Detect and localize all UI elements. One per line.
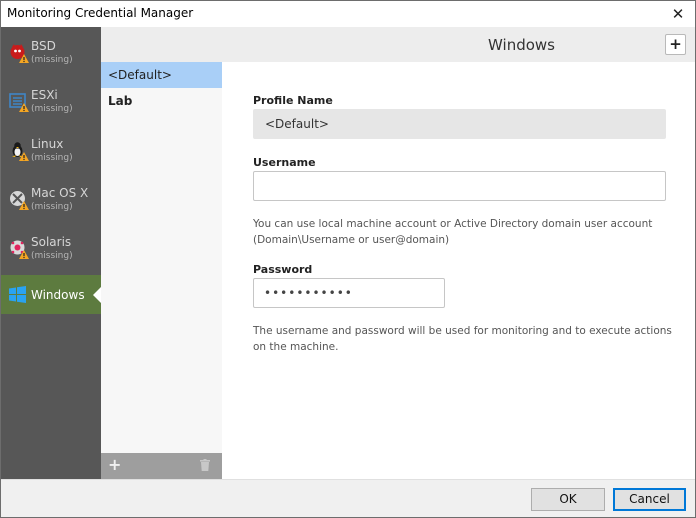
os-item-windows[interactable]: Windows	[1, 275, 101, 314]
os-item-status: (missing)	[31, 251, 73, 261]
username-label: Username	[253, 156, 316, 169]
os-item-label: Windows	[31, 288, 85, 302]
os-item-label: Solaris	[31, 235, 72, 249]
password-field[interactable]: •••••••••••	[253, 278, 445, 308]
profile-name-label: Profile Name	[253, 94, 333, 107]
active-indicator	[93, 287, 101, 303]
title-bar: Monitoring Credential Manager ✕	[1, 1, 695, 27]
os-item-label: Linux	[31, 137, 64, 151]
os-item-label: Mac OS X	[31, 186, 89, 200]
windows-logo-icon	[9, 286, 26, 303]
os-item-status: (missing)	[31, 153, 73, 163]
profile-list-header	[101, 27, 222, 62]
username-help-text: You can use local machine account or Act…	[253, 218, 653, 246]
warning-icon	[19, 103, 29, 112]
profile-name-field: <Default>	[253, 109, 666, 139]
password-help-text: The username and password will be used f…	[253, 325, 672, 353]
cancel-button[interactable]: Cancel	[613, 488, 686, 511]
os-item-macosx[interactable]: Mac OS X (missing)	[1, 174, 101, 223]
os-item-status: (missing)	[31, 202, 73, 212]
profile-list-toolbar: +	[101, 453, 222, 479]
os-sidebar: BSD (missing) ESXi (missing) Linux (miss…	[1, 27, 101, 479]
username-field[interactable]	[253, 171, 666, 201]
os-item-status: (missing)	[31, 104, 73, 114]
os-item-status: (missing)	[31, 55, 73, 65]
warning-icon	[19, 54, 29, 63]
page-title: Windows	[488, 36, 555, 54]
trash-icon[interactable]	[200, 459, 210, 471]
add-credential-button[interactable]: +	[665, 34, 686, 55]
warning-icon	[19, 201, 29, 210]
warning-icon	[19, 250, 29, 259]
add-profile-button[interactable]: +	[108, 457, 121, 473]
ok-button[interactable]: OK	[531, 488, 605, 511]
credential-manager-window: Monitoring Credential Manager ✕ BSD (mis…	[0, 0, 696, 518]
profile-item-lab[interactable]: Lab	[101, 88, 222, 114]
os-item-bsd[interactable]: BSD (missing)	[1, 27, 101, 76]
os-item-label: ESXi	[31, 88, 58, 102]
os-item-solaris[interactable]: Solaris (missing)	[1, 223, 101, 272]
os-item-label: BSD	[31, 39, 56, 53]
password-label: Password	[253, 263, 313, 276]
warning-icon	[19, 152, 29, 161]
profile-item-default[interactable]: <Default>	[101, 62, 222, 88]
window-title: Monitoring Credential Manager	[7, 6, 194, 20]
close-button[interactable]: ✕	[661, 1, 695, 27]
os-item-linux[interactable]: Linux (missing)	[1, 125, 101, 174]
os-item-esxi[interactable]: ESXi (missing)	[1, 76, 101, 125]
